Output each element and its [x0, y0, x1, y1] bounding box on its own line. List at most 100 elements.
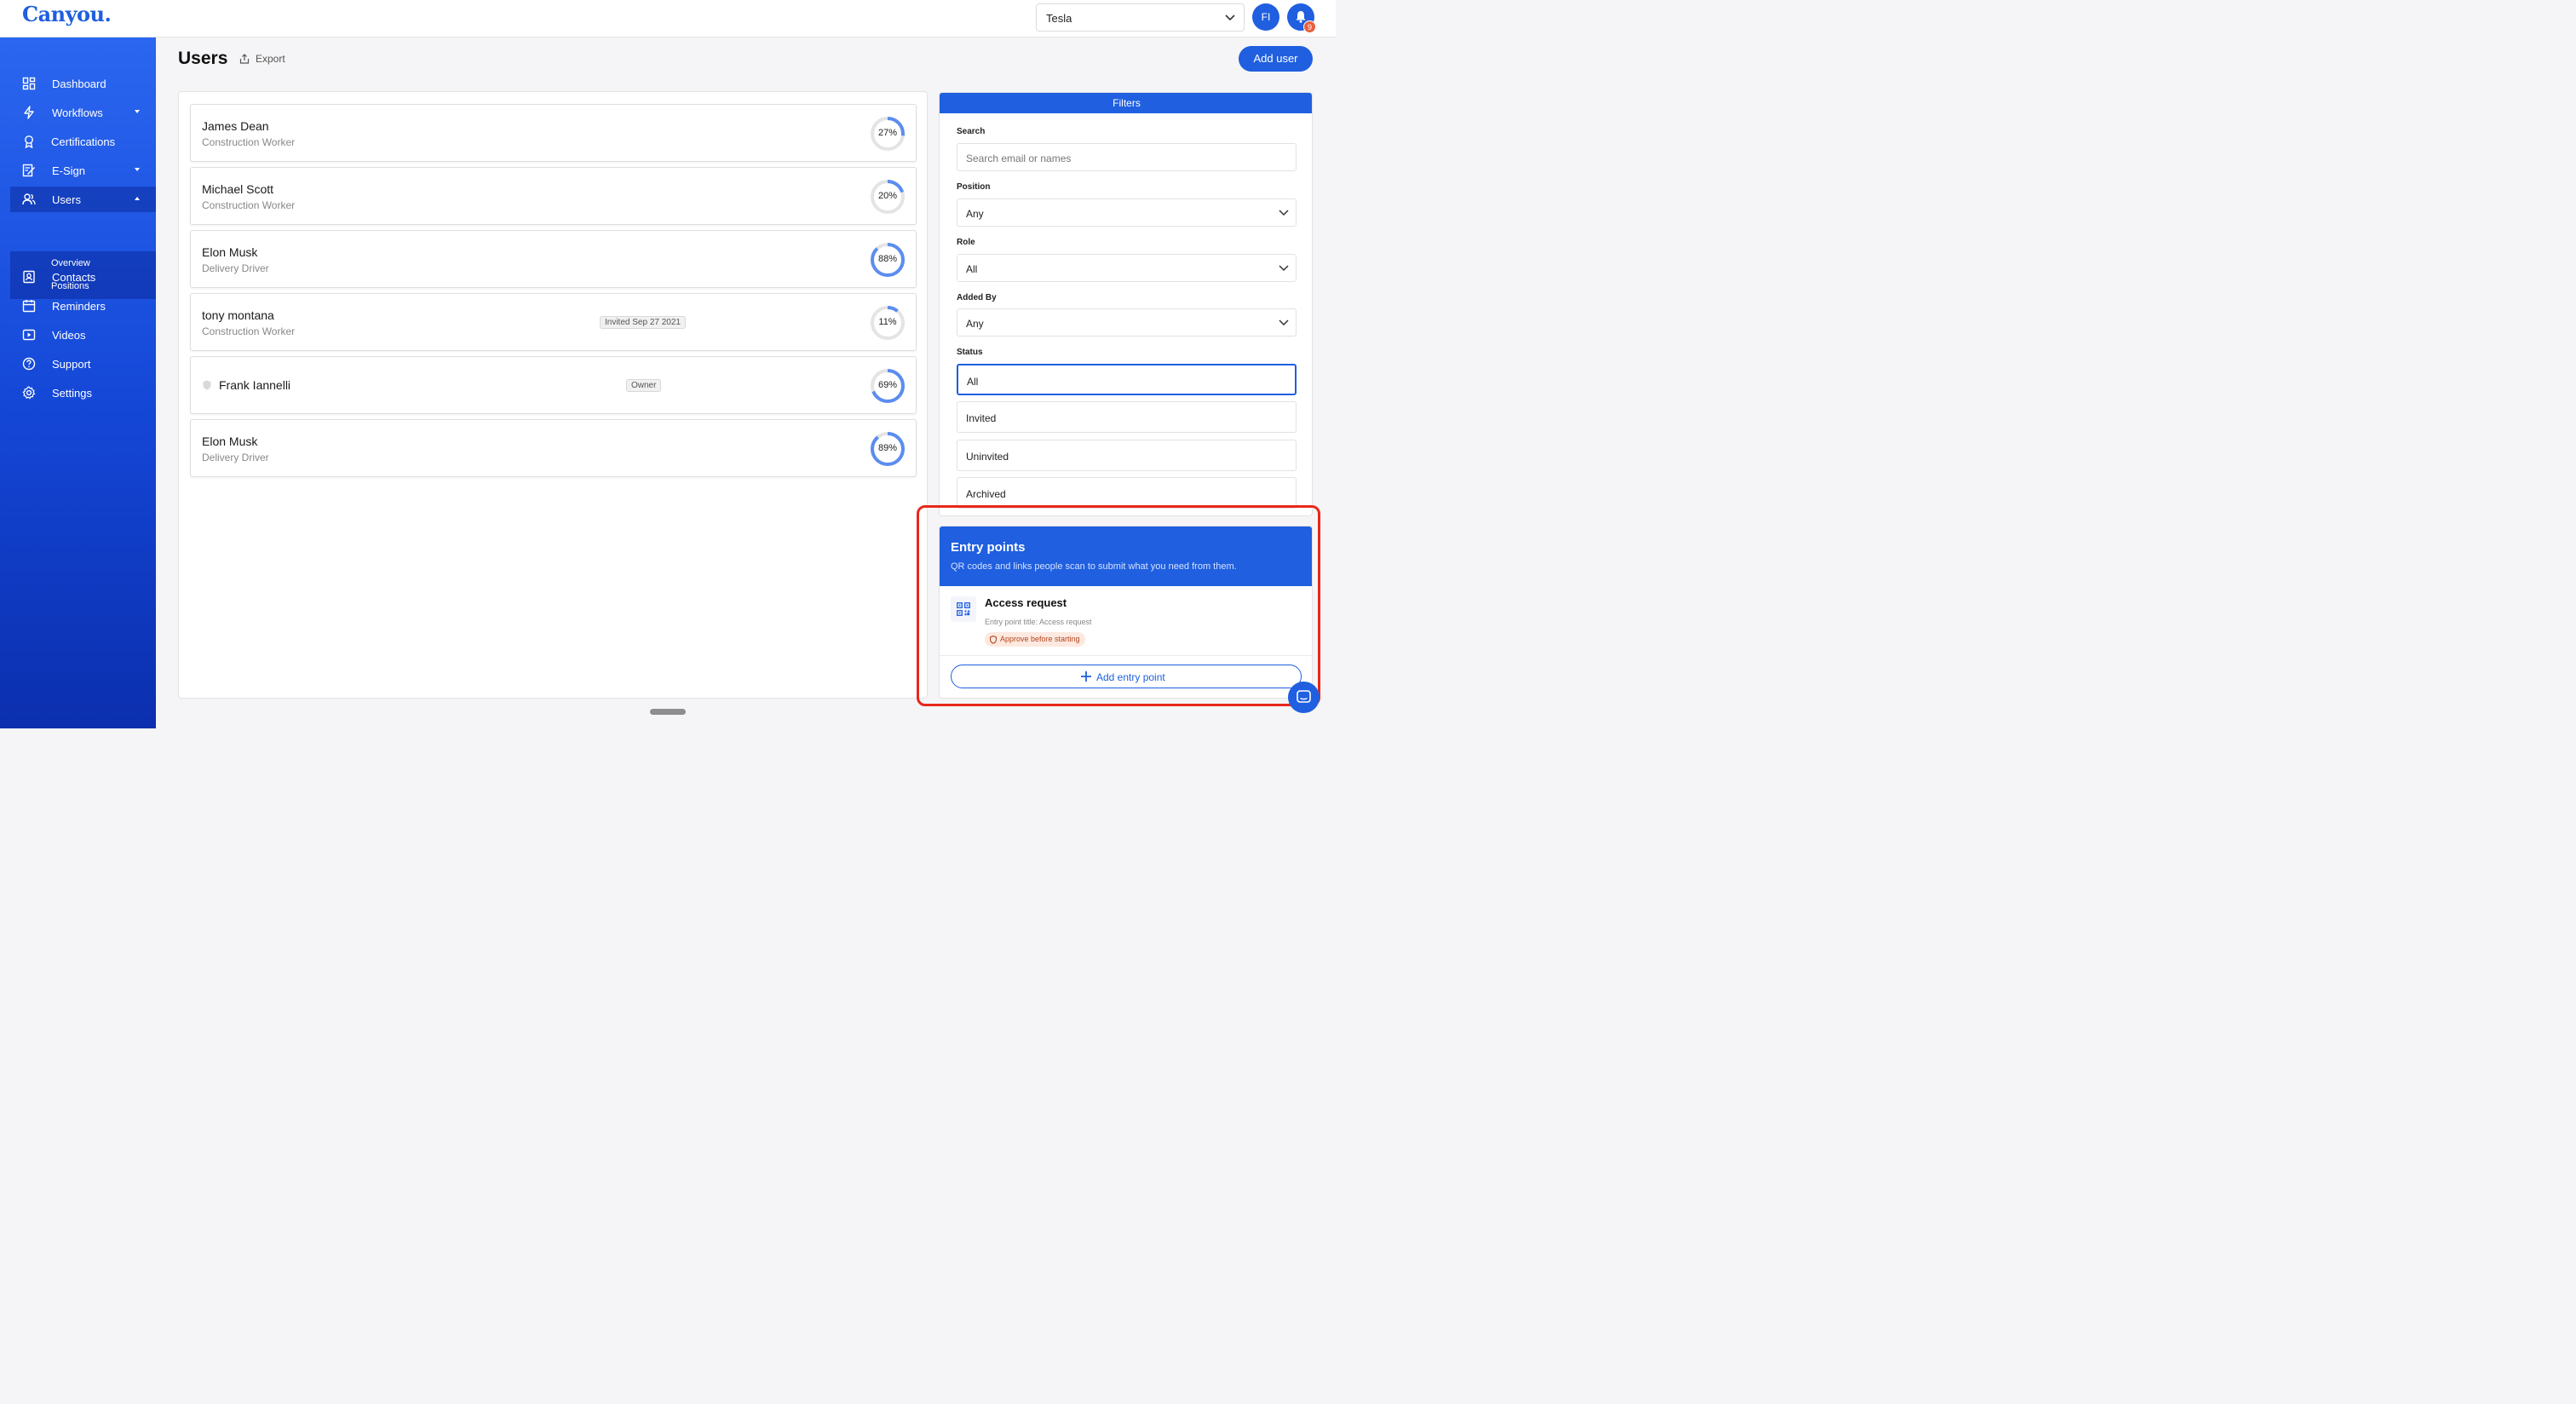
- status-option-all[interactable]: All: [957, 364, 1297, 395]
- sidebar-item-label: Videos: [52, 329, 86, 342]
- user-card[interactable]: Michael Scott Construction Worker 20%: [190, 167, 917, 225]
- sidebar-item-users[interactable]: Users: [10, 187, 156, 212]
- user-position: Construction Worker: [202, 199, 296, 211]
- search-placeholder: Search email or names: [966, 152, 1072, 164]
- notification-count-badge: 9: [1303, 20, 1316, 33]
- sidebar-item-label: E-Sign: [52, 164, 86, 177]
- sidebar-item-label: Dashboard: [52, 78, 106, 90]
- sidebar-item-settings[interactable]: Settings: [0, 380, 156, 406]
- page-title: Users: [178, 49, 228, 68]
- role-select[interactable]: All: [957, 254, 1297, 282]
- sidebar-item-dashboard[interactable]: Dashboard: [0, 71, 156, 96]
- sidebar-item-videos[interactable]: Videos: [0, 322, 156, 348]
- position-label: Position: [957, 182, 991, 192]
- user-position: Construction Worker: [202, 136, 296, 148]
- calendar-icon: [22, 300, 36, 313]
- chevron-down-icon: [1225, 14, 1235, 21]
- sidebar-item-contacts[interactable]: Contacts: [0, 264, 156, 290]
- role-label: Role: [957, 238, 975, 247]
- owner-badge: Owner: [626, 379, 662, 392]
- added-by-select[interactable]: Any: [957, 308, 1297, 337]
- chevron-down-icon: [1279, 319, 1289, 326]
- added-by-select-value: Any: [966, 318, 984, 330]
- progress-percent: 89%: [877, 443, 898, 453]
- chevron-down-icon: [1279, 210, 1289, 216]
- sidebar-item-support[interactable]: Support: [0, 351, 156, 377]
- sidebar-item-label: Reminders: [52, 300, 106, 313]
- dashboard-icon: [22, 77, 36, 90]
- gear-icon: [22, 386, 36, 400]
- progress-ring: 20%: [870, 179, 906, 215]
- filters-title: Filters: [940, 93, 1312, 113]
- add-user-button[interactable]: Add user: [1239, 46, 1313, 72]
- sidebar: Dashboard Workflows Certifications E-Sig…: [0, 37, 156, 728]
- export-icon: [239, 54, 250, 64]
- user-position: Construction Worker: [202, 325, 296, 337]
- user-card[interactable]: Frank Iannelli Owner 69%: [190, 356, 917, 414]
- user-name: tony montana: [202, 308, 274, 322]
- sidebar-item-esign[interactable]: E-Sign: [0, 158, 156, 183]
- search-input[interactable]: Search email or names: [957, 143, 1297, 171]
- position-select[interactable]: Any: [957, 199, 1297, 227]
- users-list-panel: James Dean Construction Worker 27% Micha…: [178, 91, 928, 699]
- user-avatar[interactable]: FI: [1252, 3, 1279, 31]
- caret-up-icon: [135, 197, 140, 200]
- user-name: James Dean: [202, 119, 269, 133]
- signature-icon: [22, 164, 35, 177]
- sidebar-item-label: Support: [52, 358, 91, 371]
- sidebar-item-label: Users: [52, 193, 81, 206]
- chevron-down-icon: [1279, 265, 1289, 272]
- export-label: Export: [256, 53, 285, 65]
- user-card[interactable]: James Dean Construction Worker 27%: [190, 104, 917, 162]
- app-logo[interactable]: Canyou.: [22, 2, 112, 26]
- chat-launcher-button[interactable]: [1288, 682, 1320, 713]
- caret-down-icon: [135, 110, 140, 113]
- sidebar-item-label: Certifications: [51, 135, 116, 148]
- status-option-label: Uninvited: [966, 451, 1009, 463]
- user-card[interactable]: tony montana Construction Worker Invited…: [190, 293, 917, 351]
- users-icon: [22, 193, 36, 205]
- lightning-icon: [24, 106, 34, 119]
- organization-select-value: Tesla: [1046, 12, 1072, 25]
- help-icon: [22, 357, 36, 371]
- scroll-handle[interactable]: [650, 709, 686, 715]
- progress-ring: 89%: [870, 431, 906, 467]
- app-window: Canyou. Tesla FI 9 Dashboard Workflows C…: [0, 0, 1336, 728]
- sidebar-item-label: Contacts: [52, 271, 96, 284]
- user-name: Michael Scott: [202, 182, 274, 196]
- top-bar: Canyou. Tesla FI 9: [0, 0, 1336, 37]
- shield-icon: [203, 380, 211, 390]
- filters-panel: Filters Search Search email or names Pos…: [939, 92, 1313, 516]
- user-name: Elon Musk: [202, 245, 258, 259]
- status-option-label: Invited: [966, 412, 997, 424]
- organization-select[interactable]: Tesla: [1036, 3, 1245, 32]
- award-icon: [25, 135, 33, 148]
- progress-percent: 69%: [877, 380, 898, 390]
- role-select-value: All: [966, 263, 978, 275]
- sidebar-item-certifications[interactable]: Certifications: [0, 129, 156, 154]
- position-select-value: Any: [966, 208, 984, 220]
- user-card[interactable]: Elon Musk Delivery Driver 89%: [190, 419, 917, 477]
- chat-icon: [1297, 690, 1311, 703]
- video-icon: [22, 329, 36, 341]
- contact-icon: [23, 270, 35, 284]
- status-option-archived[interactable]: Archived: [957, 477, 1297, 509]
- status-option-label: Archived: [966, 488, 1006, 500]
- status-option-invited[interactable]: Invited: [957, 401, 1297, 433]
- progress-percent: 20%: [877, 191, 898, 201]
- user-name: Frank Iannelli: [219, 378, 291, 392]
- sidebar-item-reminders[interactable]: Reminders: [0, 293, 156, 319]
- status-option-uninvited[interactable]: Uninvited: [957, 440, 1297, 471]
- progress-ring: 11%: [870, 305, 906, 341]
- sidebar-item-label: Workflows: [52, 106, 103, 119]
- sidebar-item-workflows[interactable]: Workflows: [0, 100, 156, 125]
- added-by-label: Added By: [957, 293, 997, 302]
- progress-percent: 11%: [878, 317, 897, 327]
- invited-badge: Invited Sep 27 2021: [600, 316, 686, 329]
- highlight-annotation-box: [917, 505, 1320, 706]
- user-position: Delivery Driver: [202, 452, 269, 463]
- caret-down-icon: [135, 168, 140, 171]
- user-card[interactable]: Elon Musk Delivery Driver 88%: [190, 230, 917, 288]
- progress-percent: 88%: [877, 254, 898, 264]
- progress-ring: 27%: [870, 116, 906, 152]
